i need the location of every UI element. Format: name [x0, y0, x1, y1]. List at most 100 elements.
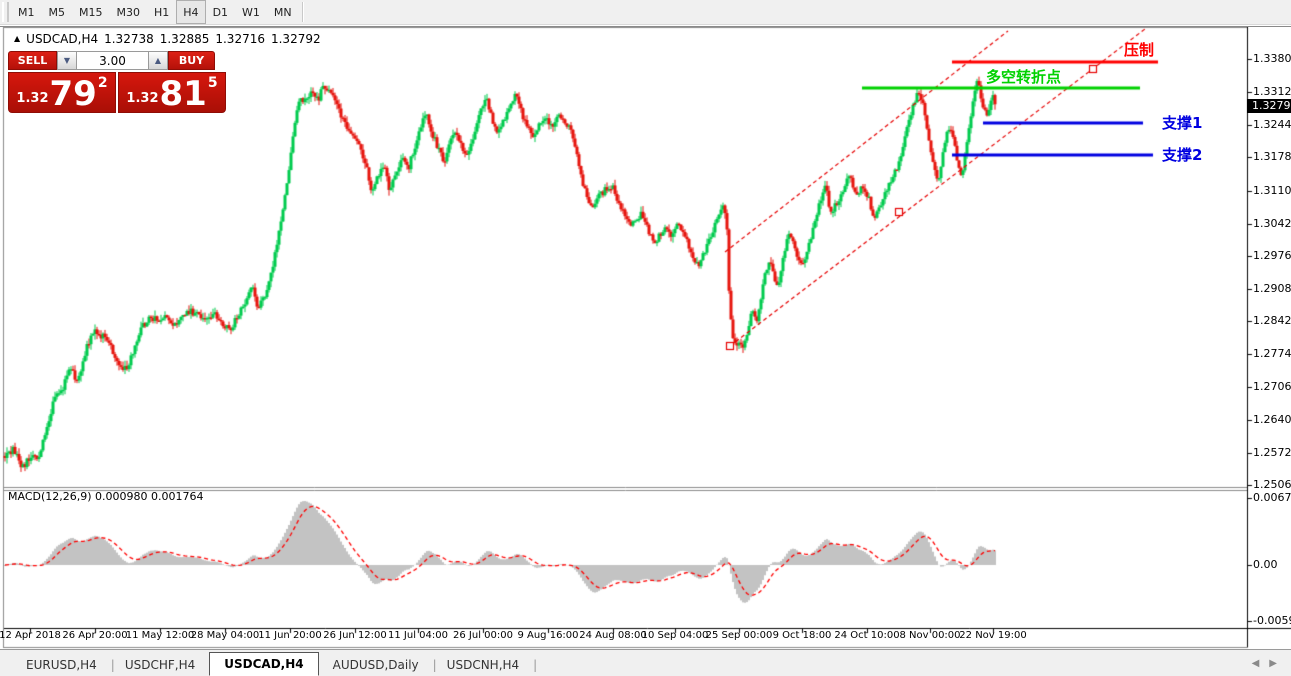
timeframe-button[interactable]: M15	[72, 0, 110, 24]
tab-scroll-controls: ◀ ▶	[1252, 658, 1277, 669]
buy-price-display[interactable]: 1.32 81 5	[118, 72, 226, 113]
tab-scroll-left-icon[interactable]: ◀	[1252, 658, 1260, 669]
chart-tab[interactable]: USDCHF,H4	[111, 654, 209, 676]
buy-button[interactable]: BUY	[168, 51, 215, 70]
timeframe-label: M1	[18, 6, 35, 19]
sell-big-figure: 1.32	[16, 91, 48, 106]
level-label-3: 支撑2	[1162, 144, 1202, 165]
price-axis-tick: 1.27060	[1253, 380, 1291, 393]
timeframe-button[interactable]: H4	[176, 0, 205, 24]
time-axis-label: 24 Aug 08:00	[579, 630, 646, 641]
time-axis-label: 11 Jun 20:00	[258, 630, 322, 641]
chart-tab-label: USDCNH,H4	[447, 658, 520, 672]
timeframe-label: M15	[79, 6, 103, 19]
price-tick-label: 1.31100	[1253, 184, 1291, 197]
price-axis-tick: 1.27740	[1253, 347, 1291, 360]
volume-decrease-button[interactable]: ▼	[57, 51, 77, 70]
price-tick-label: 1.26400	[1253, 413, 1291, 426]
timeframe-button[interactable]: M1	[11, 0, 42, 24]
price-axis-tick: 1.33800	[1253, 52, 1291, 65]
level-label-2: 支撑1	[1162, 112, 1202, 133]
chart-tab[interactable]: AUDUSD,Daily	[319, 654, 433, 676]
date-label: 26 Apr 20:00	[62, 630, 127, 641]
timeframe-label: H4	[183, 6, 198, 19]
tab-scroll-right-icon[interactable]: ▶	[1269, 658, 1277, 669]
timeframe-label: W1	[242, 6, 260, 19]
price-tick-label: 1.31780	[1253, 150, 1291, 163]
price-chart-canvas[interactable]	[0, 27, 1291, 676]
date-label: 12 Apr 2018	[0, 630, 61, 641]
price-tick-label: 1.27740	[1253, 347, 1291, 360]
price-tick-label: 1.30420	[1253, 217, 1291, 230]
chart-tab-label: EURUSD,H4	[26, 658, 97, 672]
volume-input[interactable]	[77, 51, 148, 70]
price-axis-tick: 1.32440	[1253, 118, 1291, 131]
price-tick-label: 1.33800	[1253, 52, 1291, 65]
macd-axis-tick: 0.006718	[1253, 491, 1291, 504]
volume-increase-button[interactable]: ▲	[148, 51, 168, 70]
timeframe-label: D1	[213, 6, 228, 19]
timeframe-button[interactable]: W1	[235, 0, 267, 24]
open-value: 1.32738	[104, 32, 154, 46]
time-axis-label: 11 Jul 04:00	[388, 630, 448, 641]
date-label: 11 Jun 20:00	[258, 630, 322, 641]
mt4-window: M1 M5 M15 M30 H1 H4 D1 W1 MN ▲ USDCAD,H4 1.32738…	[0, 0, 1291, 676]
date-label: 24 Aug 08:00	[579, 630, 646, 641]
price-tick-label: 1.28420	[1253, 314, 1291, 327]
price-axis-tick: 1.29080	[1253, 282, 1291, 295]
buy-pipette: 5	[208, 75, 218, 91]
toolbar-grip-icon[interactable]	[2, 2, 9, 22]
price-axis-tick: 1.31100	[1253, 184, 1291, 197]
price-tick-label: 1.25060	[1253, 478, 1291, 491]
price-tick-label: 1.29080	[1253, 282, 1291, 295]
sell-price-display[interactable]: 1.32 79 2	[8, 72, 116, 113]
timeframe-button[interactable]: H1	[147, 0, 176, 24]
chart-ohlc-header: ▲ USDCAD,H4 1.32738 1.32885 1.32716 1.32…	[14, 32, 321, 46]
price-axis-tick: 1.25060	[1253, 478, 1291, 491]
timeframe-label: H1	[154, 6, 169, 19]
price-axis-tick: 1.28420	[1253, 314, 1291, 327]
chart-tab[interactable]: EURUSD,H4	[12, 654, 111, 676]
chart-tab[interactable]: USDCAD,H4	[209, 652, 318, 676]
chart-window: ▲ USDCAD,H4 1.32738 1.32885 1.32716 1.32…	[0, 26, 1291, 649]
buy-pips: 81	[160, 79, 207, 109]
collapse-panel-icon[interactable]: ▲	[14, 34, 20, 43]
date-label: 22 Nov 19:00	[959, 630, 1026, 641]
sell-pips: 79	[50, 79, 97, 109]
time-axis-label: 9 Oct 18:00	[773, 630, 832, 641]
level-label-1: 多空转折点	[986, 66, 1061, 87]
price-tick-label: 1.27060	[1253, 380, 1291, 393]
time-axis-label: 26 Jun 12:00	[323, 630, 387, 641]
price-tick-label: 1.33120	[1253, 85, 1291, 98]
macd-indicator-label: MACD(12,26,9) 0.000980 0.001764	[8, 490, 204, 503]
time-axis-label: 26 Apr 20:00	[62, 630, 127, 641]
timeframe-label: M5	[49, 6, 66, 19]
date-label: 26 Jul 00:00	[453, 630, 513, 641]
macd-tick-label: -0.005925	[1253, 614, 1291, 627]
chart-tab[interactable]: USDCNH,H4	[433, 654, 534, 676]
sell-pipette: 2	[98, 75, 108, 91]
time-axis-label: 11 May 12:00	[126, 630, 195, 641]
buy-big-figure: 1.32	[126, 91, 158, 106]
date-label: 11 Jul 04:00	[388, 630, 448, 641]
date-label: 9 Aug 16:00	[517, 630, 578, 641]
time-axis-label: 25 Sep 00:00	[706, 630, 773, 641]
one-click-trade-panel: SELL ▼ ▲ BUY 1.32 79 2 1.32 81 5	[8, 51, 228, 113]
time-axis-label: 28 May 04:00	[191, 630, 260, 641]
macd-tick-label: 0.006718	[1253, 491, 1291, 504]
price-axis-tick: 1.26400	[1253, 413, 1291, 426]
high-value: 1.32885	[160, 32, 210, 46]
timeframe-button[interactable]: M30	[110, 0, 148, 24]
symbol-period-label: USDCAD,H4	[26, 32, 98, 46]
date-label: 11 May 12:00	[126, 630, 195, 641]
timeframe-button[interactable]: MN	[267, 0, 299, 24]
date-label: 8 Nov 00:00	[899, 630, 960, 641]
timeframe-button[interactable]: D1	[206, 0, 235, 24]
toolbar-separator	[302, 2, 304, 22]
timeframe-button[interactable]: M5	[42, 0, 73, 24]
timeframe-label: M30	[117, 6, 141, 19]
sell-button[interactable]: SELL	[8, 51, 57, 70]
price-tick-label: 1.25720	[1253, 446, 1291, 459]
price-axis-tick: 1.31780	[1253, 150, 1291, 163]
date-label: 9 Oct 18:00	[773, 630, 832, 641]
